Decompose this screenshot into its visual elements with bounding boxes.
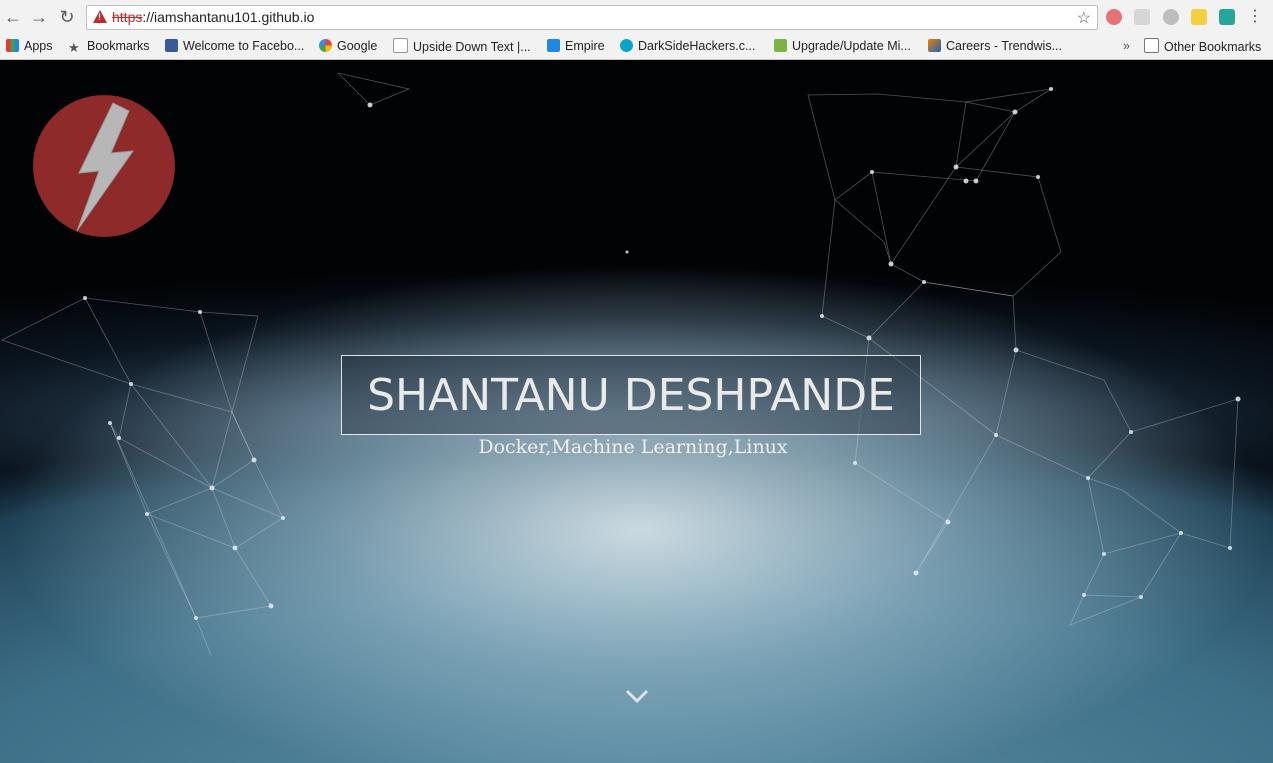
browser-toolbar: ← → ↻ ! https://iamshantanu101.github.io…: [0, 0, 1273, 34]
address-bar[interactable]: ! https://iamshantanu101.github.io ☆: [86, 5, 1098, 30]
bookmark-item[interactable]: DarkSideHackers.c...: [620, 38, 755, 54]
extension-icon[interactable]: [1163, 9, 1179, 25]
folder-icon: [1144, 38, 1159, 53]
extension-icon[interactable]: [1106, 9, 1122, 25]
menu-dots-icon[interactable]: ⋮: [1245, 7, 1265, 27]
star-icon: ★: [68, 40, 80, 55]
lightning-bolt-icon: [76, 102, 135, 232]
page-icon: [393, 38, 408, 53]
bookmark-star-icon[interactable]: ☆: [1077, 8, 1091, 28]
bookmark-apps[interactable]: Apps: [6, 38, 53, 54]
logo[interactable]: [33, 95, 175, 237]
darksidehackers-icon: [620, 39, 633, 52]
scroll-down-chevron-icon[interactable]: [625, 688, 649, 704]
facebook-icon: [165, 39, 178, 52]
reload-icon[interactable]: ↻: [57, 7, 77, 27]
url-host: ://iamshantanu101.github.io: [142, 9, 315, 25]
trendwise-icon: [928, 39, 941, 52]
bookmark-item[interactable]: Google: [319, 38, 377, 54]
android-icon: [774, 39, 787, 52]
bookmark-item[interactable]: Upside Down Text |...: [393, 38, 531, 54]
hero-subtitle: Docker,Machine Learning,Linux: [478, 436, 788, 458]
bookmark-item[interactable]: Welcome to Facebo...: [165, 38, 304, 54]
google-icon: [319, 39, 332, 52]
url-text[interactable]: https://iamshantanu101.github.io: [112, 9, 314, 25]
bookmark-item[interactable]: ★ Bookmarks: [68, 38, 150, 55]
bookmark-item[interactable]: Upgrade/Update Mi...: [774, 38, 911, 54]
bookmarks-overflow-button[interactable]: »: [1123, 38, 1130, 54]
apps-grid-icon: [6, 39, 19, 52]
extension-icon[interactable]: [1219, 9, 1235, 25]
bookmarks-bar: Apps ★ Bookmarks Welcome to Facebo... Goo…: [0, 34, 1273, 58]
hero-title: SHANTANU DESHPANDE: [367, 370, 895, 421]
url-scheme: https: [112, 9, 143, 25]
other-bookmarks[interactable]: Other Bookmarks: [1144, 38, 1261, 54]
forward-arrow-icon[interactable]: →: [29, 7, 49, 27]
empire-icon: [547, 39, 560, 52]
hero-title-box: SHANTANU DESHPANDE: [341, 355, 921, 435]
browser-chrome: ← → ↻ ! https://iamshantanu101.github.io…: [0, 0, 1273, 60]
bookmark-item[interactable]: Empire: [547, 38, 605, 54]
bookmark-item[interactable]: Careers - Trendwis...: [928, 38, 1062, 54]
extension-icon[interactable]: [1191, 9, 1207, 25]
extension-icon[interactable]: [1134, 9, 1150, 25]
back-arrow-icon[interactable]: ←: [3, 7, 23, 27]
page-viewport: SHANTANU DESHPANDE Docker,Machine Learni…: [0, 60, 1273, 763]
